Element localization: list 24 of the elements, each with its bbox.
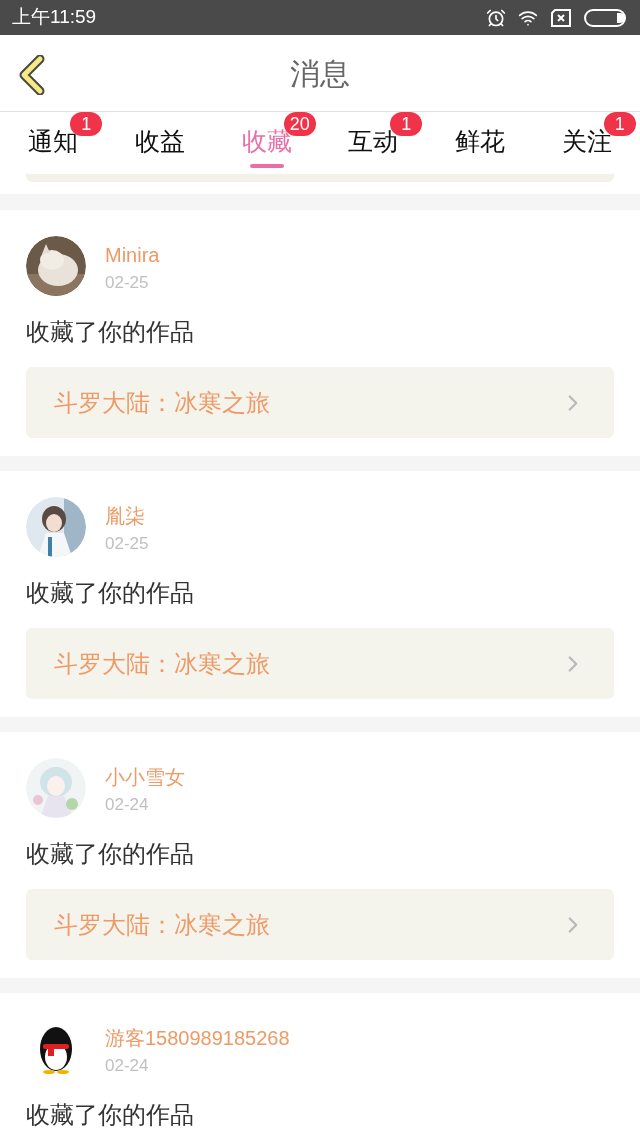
- count-badge: 1: [390, 112, 423, 136]
- message-text: 收藏了你的作品: [26, 578, 195, 608]
- sim-card-icon: [550, 8, 572, 27]
- user-name[interactable]: 游客1580989185268: [105, 1025, 290, 1051]
- message-text: 收藏了你的作品: [26, 317, 195, 347]
- message-date: 02-25: [105, 533, 149, 555]
- work-link[interactable]: 斗罗大陆：冰寒之旅: [26, 889, 614, 960]
- status-time: 上午11:59: [12, 5, 97, 30]
- message-text: 收藏了你的作品: [26, 1100, 195, 1130]
- work-link[interactable]: 斗罗大陆：冰寒之旅: [26, 367, 614, 438]
- battery-icon: [584, 8, 628, 27]
- message-date: 02-25: [105, 272, 150, 294]
- tab[interactable]: 收益: [135, 124, 185, 158]
- user-name[interactable]: Minira: [105, 242, 160, 268]
- message-date: 02-24: [105, 794, 150, 816]
- message-date: 02-24: [105, 1055, 150, 1077]
- page-title: 消息: [290, 55, 350, 92]
- user-name[interactable]: 小小雪女: [105, 764, 185, 790]
- alarm-icon: [486, 7, 506, 28]
- work-link[interactable]: 斗罗大陆：冰寒之旅: [26, 628, 614, 699]
- tab-underline: [249, 164, 284, 168]
- user-name[interactable]: 胤柒: [105, 503, 149, 529]
- message-text: 收藏了你的作品: [26, 839, 195, 869]
- tab[interactable]: 鲜花: [455, 124, 505, 158]
